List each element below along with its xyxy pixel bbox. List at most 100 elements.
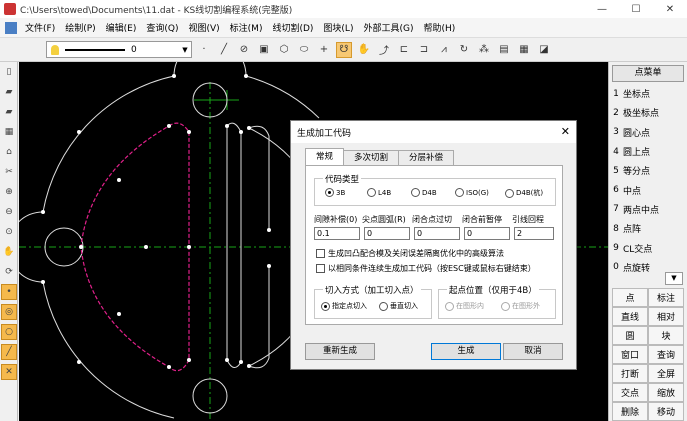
menu-query[interactable]: 查询(Q) [141, 21, 183, 34]
image-tool-icon[interactable]: ▣ [256, 42, 272, 58]
rotate-tool-icon[interactable]: ↻ [456, 42, 472, 58]
code-type-3b-radio[interactable]: 3B [325, 188, 345, 197]
regenerate-button[interactable]: 重新生成 [305, 343, 375, 360]
tab-multi-cut[interactable]: 多次切割 [343, 150, 400, 165]
close-icon[interactable]: ✕ [561, 125, 570, 138]
tab-layer-comp[interactable]: 分层补偿 [398, 150, 455, 165]
new-file-icon[interactable]: ▯ [1, 64, 17, 80]
cmd-line-button[interactable]: 直线 [612, 307, 648, 326]
open-file-icon[interactable]: ▰ [1, 84, 17, 100]
cmd-move-button[interactable]: 移动 [648, 402, 684, 421]
zoom-out-icon[interactable]: ⊖ [1, 204, 17, 220]
menu-edit[interactable]: 编辑(E) [101, 21, 142, 34]
menu-file[interactable]: 文件(F) [20, 21, 60, 34]
minimize-button[interactable]: — [585, 0, 619, 18]
pan-icon[interactable]: ✋ [1, 244, 17, 260]
crosshair-tool-icon[interactable]: + [316, 42, 332, 58]
advanced-algorithm-checkbox[interactable]: 生成凹凸配合模及关闭误差隔离优化中的高级算法 [316, 248, 504, 259]
layers-icon[interactable]: ▤ [496, 42, 512, 58]
menu-draw[interactable]: 绘制(P) [60, 21, 100, 34]
cmd-fullscreen-button[interactable]: 全屏 [648, 364, 684, 383]
menu-wire-cut[interactable]: 线切割(D) [267, 21, 318, 34]
code-type-d4b-hang-radio[interactable]: D4B(杭) [505, 188, 543, 198]
circle-tool-icon[interactable]: ⊘ [236, 42, 252, 58]
cmd-break-button[interactable]: 打断 [612, 364, 648, 383]
cmd-window-button[interactable]: 窗口 [612, 345, 648, 364]
point-menu-item[interactable]: 1 坐标点 [609, 84, 687, 103]
point-menu-header[interactable]: 点菜单 [612, 65, 684, 82]
cmd-intersect-button[interactable]: 交点 [612, 383, 648, 402]
overcut-input[interactable]: 0 [414, 227, 460, 240]
menu-view[interactable]: 视图(V) [183, 21, 224, 34]
zoom-in-icon[interactable]: ⊕ [1, 184, 17, 200]
point-menu-item[interactable]: 9 CL交点 [609, 238, 687, 257]
point-menu-item[interactable]: 7 两点中点 [609, 200, 687, 219]
corner-arc-input[interactable]: 0 [364, 227, 410, 240]
gap-comp-input[interactable]: 0.1 [314, 227, 360, 240]
generate-button[interactable]: 生成 [431, 343, 501, 360]
save-file-icon[interactable]: ▦ [1, 124, 17, 140]
menu-block[interactable]: 图块(L) [318, 21, 358, 34]
path-tool-icon[interactable]: ⤴ [376, 42, 392, 58]
close-button[interactable]: ✕ [653, 0, 687, 18]
code-type-l4b-radio[interactable]: L4B [367, 188, 391, 197]
lead-return-input[interactable]: 2 [514, 227, 554, 240]
snap-point-icon[interactable]: • [1, 284, 17, 300]
redraw-icon[interactable]: ⟳ [1, 264, 17, 280]
cut-in-vertical-radio[interactable]: 垂直切入 [379, 301, 418, 311]
cancel-button[interactable]: 取消 [503, 343, 563, 360]
maximize-button[interactable]: ☐ [619, 0, 653, 18]
zoom-window-icon[interactable]: ⊙ [1, 224, 17, 240]
cmd-point-button[interactable]: 点 [612, 288, 648, 307]
snap-line-icon[interactable]: ╱ [1, 344, 17, 360]
point-menu-item[interactable]: 4 圆上点 [609, 142, 687, 161]
export-icon[interactable]: ◪ [536, 42, 552, 58]
open-folder-icon[interactable]: ▰ [1, 104, 17, 120]
snap-tool-icon[interactable]: ☋ [336, 41, 352, 58]
point-menu-item[interactable]: 5 等分点 [609, 161, 687, 180]
code-type-iso-radio[interactable]: ISO(G) [455, 188, 489, 197]
snap-circle-icon[interactable]: ○ [1, 324, 17, 340]
menu-dimension[interactable]: 标注(M) [225, 21, 268, 34]
snap-cross-icon[interactable]: ✕ [1, 364, 17, 380]
cmd-zoom-button[interactable]: 缩放 [648, 383, 684, 402]
pan-tool-icon[interactable]: ✋ [356, 42, 372, 58]
cmd-relative-button[interactable]: 相对 [648, 307, 684, 326]
continuous-gen-checkbox[interactable]: 以相同条件连续生成加工代码（按ESC键或鼠标右键结束） [316, 263, 536, 274]
outer-contour-right [245, 75, 320, 119]
chevron-down-icon[interactable]: ▼ [665, 272, 683, 285]
cmd-query-button[interactable]: 查询 [648, 345, 684, 364]
menu-help[interactable]: 帮助(H) [418, 21, 460, 34]
point-tool-icon[interactable]: · [196, 42, 212, 58]
point-menu-item[interactable]: 3 圆心点 [609, 123, 687, 142]
layer-combo[interactable]: 0 ▼ [46, 41, 192, 58]
bracket-right-icon[interactable]: ⊐ [416, 42, 432, 58]
tab-general[interactable]: 常规 [305, 148, 345, 165]
hat-tool-icon[interactable]: ⌂ [1, 144, 17, 160]
ellipse-tool-icon[interactable]: ⬭ [296, 42, 312, 58]
line-tool-icon[interactable]: ╱ [216, 42, 232, 58]
cmd-circle-button[interactable]: 圆 [612, 326, 648, 345]
point-menu-item[interactable]: 6 中点 [609, 180, 687, 199]
chevron-down-icon: ▼ [182, 45, 188, 54]
pause-input[interactable]: 0 [464, 227, 510, 240]
cut-tool-icon[interactable]: ✂ [1, 164, 17, 180]
polygon-tool-icon[interactable]: ⬡ [276, 42, 292, 58]
code-type-d4b-radio[interactable]: D4B [411, 188, 437, 197]
cmd-delete-button[interactable]: 删除 [612, 402, 648, 421]
start-position-title: 起点位置（仅用于4B） [447, 284, 539, 296]
cut-in-specified-radio[interactable]: 指定点切入 [321, 301, 367, 311]
bracket-left-icon[interactable]: ⊏ [396, 42, 412, 58]
left-toolbar: ▯ ▰ ▰ ▦ ⌂ ✂ ⊕ ⊖ ⊙ ✋ ⟳ • ◎ ○ ╱ ✕ [0, 62, 18, 421]
point-menu-item[interactable]: 2 极坐标点 [609, 103, 687, 122]
cmd-block-button[interactable]: 块 [648, 326, 684, 345]
snap-center-icon[interactable]: ◎ [1, 304, 17, 320]
save-icon[interactable]: ▦ [516, 42, 532, 58]
mirror-tool-icon[interactable]: ⩘ [436, 42, 452, 58]
cmd-dimension-button[interactable]: 标注 [648, 288, 684, 307]
start-inside-radio[interactable]: 在图形内 [445, 301, 484, 311]
start-outside-radio[interactable]: 在图形外 [501, 301, 540, 311]
array-tool-icon[interactable]: ⁂ [476, 42, 492, 58]
menu-external-tools[interactable]: 外部工具(G) [358, 21, 418, 34]
point-menu-item[interactable]: 8 点阵 [609, 219, 687, 238]
